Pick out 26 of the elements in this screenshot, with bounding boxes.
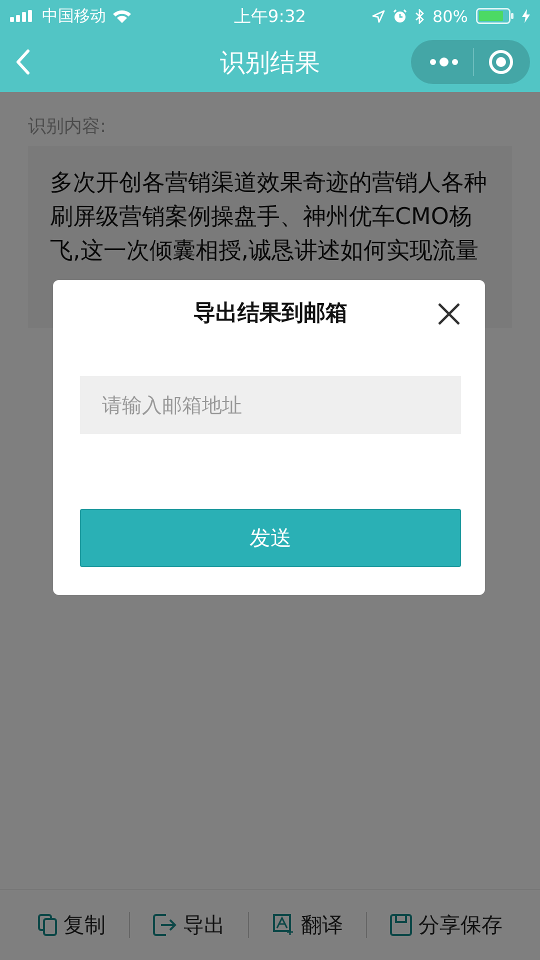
wifi-icon bbox=[112, 9, 132, 23]
recognized-text: 多次开创各营销渠道效果奇迹的营销人各种刷屏级营销案例操盘手、神州优车CMO杨飞,这一次倾囊相授,诚恳讲述如何实现流量 bbox=[50, 169, 488, 266]
toolbar-button[interactable]: 翻译 bbox=[268, 907, 347, 943]
back-icon[interactable] bbox=[16, 49, 30, 75]
carrier-name: 中国移动 bbox=[42, 6, 106, 26]
copy-icon bbox=[38, 914, 58, 936]
bluetooth-icon bbox=[415, 8, 424, 24]
charging-icon bbox=[522, 9, 530, 23]
translate-icon bbox=[272, 914, 295, 936]
more-icon[interactable] bbox=[429, 57, 459, 67]
battery-percent: 80% bbox=[432, 6, 468, 26]
close-icon[interactable] bbox=[437, 302, 461, 326]
location-icon bbox=[372, 10, 386, 22]
alarm-icon bbox=[393, 9, 408, 23]
toolbar-button[interactable]: 分享保存 bbox=[386, 907, 506, 943]
dialog-title: 导出结果到邮箱 bbox=[194, 300, 348, 328]
email-input-field[interactable]: 请输入邮箱地址 bbox=[80, 376, 461, 434]
save-icon bbox=[390, 914, 412, 936]
close-mini-program-icon[interactable] bbox=[488, 49, 514, 75]
export-icon bbox=[153, 914, 178, 936]
page-title: 识别结果 bbox=[220, 46, 320, 78]
toolbar-button[interactable]: 导出 bbox=[149, 907, 230, 943]
status-time: 上午9:32 bbox=[234, 6, 306, 28]
send-button[interactable]: 发送 bbox=[80, 509, 461, 567]
toolbar-button[interactable]: 复制 bbox=[34, 907, 110, 943]
battery-icon bbox=[476, 8, 514, 24]
